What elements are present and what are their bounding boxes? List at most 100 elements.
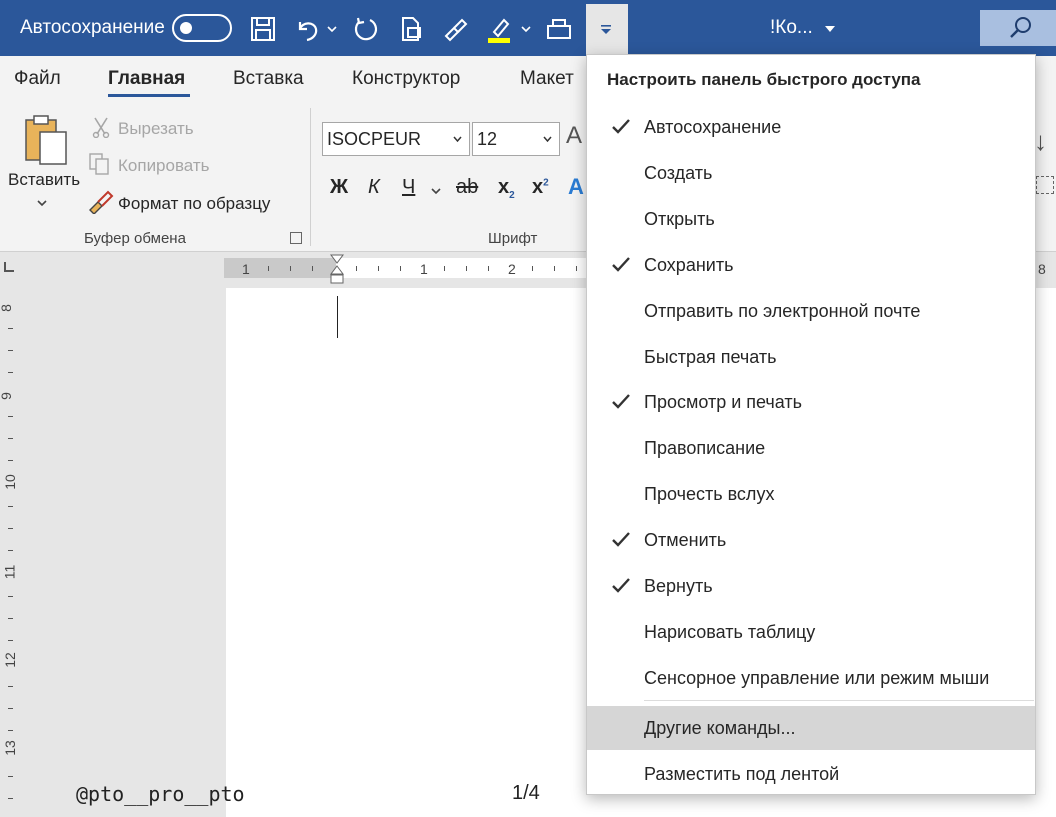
- title-chevron-down-icon[interactable]: [824, 22, 836, 34]
- format-painter-button[interactable]: Формат по образцу: [118, 194, 270, 214]
- tab-design[interactable]: Конструктор: [352, 68, 460, 90]
- menu-item[interactable]: Открыть: [587, 197, 1035, 241]
- ruler-number: 1: [242, 261, 250, 277]
- tab-file[interactable]: Файл: [14, 68, 61, 90]
- copy-button[interactable]: Копировать: [118, 156, 210, 176]
- menu-item[interactable]: Прочесть вслух: [587, 472, 1035, 516]
- menu-title: Настроить панель быстрого доступа: [607, 70, 921, 89]
- menu-item[interactable]: Отправить по электронной почте: [587, 289, 1035, 333]
- menu-item-label: Быстрая печать: [644, 347, 777, 367]
- menu-item-label: Другие команды...: [644, 718, 796, 738]
- borders-icon[interactable]: [1036, 176, 1054, 194]
- menu-separator: [644, 700, 1034, 701]
- menu-item-label: Просмотр и печать: [644, 392, 803, 412]
- document-title[interactable]: !Ко...: [770, 17, 813, 39]
- font-size-select[interactable]: 12: [472, 122, 560, 156]
- group-divider: [310, 108, 311, 246]
- menu-item-label: Автосохранение: [644, 117, 782, 137]
- menu-item-label: Отправить по электронной почте: [644, 301, 921, 321]
- menu-item[interactable]: Создать: [587, 151, 1035, 195]
- checkmark-icon: [612, 532, 630, 547]
- checkmark-icon: [612, 257, 630, 272]
- highlight-chevron-down-icon[interactable]: [520, 22, 532, 34]
- menu-item[interactable]: Отменить: [587, 518, 1035, 562]
- menu-item-label: Прочесть вслух: [644, 484, 775, 504]
- checkmark-icon: [612, 119, 630, 134]
- ruler-number: 1: [420, 261, 428, 277]
- copy-icon[interactable]: [88, 152, 112, 176]
- print-preview-icon[interactable]: [396, 14, 426, 44]
- redo-icon[interactable]: [350, 14, 380, 44]
- format-painter-icon[interactable]: [440, 14, 470, 44]
- menu-item[interactable]: Автосохранение: [587, 105, 1035, 149]
- tab-insert[interactable]: Вставка: [233, 68, 304, 90]
- bold-button[interactable]: Ж: [330, 176, 348, 199]
- menu-item-label: Разместить под лентой: [644, 764, 840, 784]
- menu-item-label: Сенсорное управление или режим мыши: [644, 668, 990, 688]
- text-effects-icon[interactable]: A: [568, 174, 584, 200]
- underline-chevron-down-icon[interactable]: [430, 184, 442, 196]
- undo-icon[interactable]: [292, 14, 322, 44]
- save-icon[interactable]: [248, 14, 278, 44]
- strikethrough-button[interactable]: ab: [456, 176, 478, 199]
- menu-item-label: Открыть: [644, 209, 715, 229]
- tab-layout[interactable]: Макет: [520, 68, 574, 90]
- italic-button[interactable]: К: [368, 176, 380, 199]
- subscript-button[interactable]: x2: [498, 176, 515, 201]
- font-name-value: ISOCPEUR: [327, 129, 422, 149]
- checkmark-icon: [612, 578, 630, 593]
- paste-icon[interactable]: [22, 112, 70, 168]
- clipboard-launcher-icon[interactable]: [290, 232, 302, 244]
- grow-font-icon[interactable]: A: [566, 122, 582, 150]
- vruler-number: 9: [0, 392, 14, 400]
- undo-chevron-down-icon[interactable]: [326, 22, 338, 34]
- paste-chevron-down-icon[interactable]: [36, 196, 48, 208]
- title-bar: Автосохранение !Ко...: [0, 0, 1056, 56]
- page-number: 1/4: [512, 782, 540, 804]
- search-button[interactable]: [980, 10, 1056, 46]
- menu-item[interactable]: Другие команды...: [587, 706, 1035, 750]
- indent-marker-icon[interactable]: [330, 254, 344, 288]
- menu-item[interactable]: Нарисовать таблицу: [587, 610, 1035, 654]
- format-painter-ribbon-icon[interactable]: [88, 190, 114, 215]
- superscript-button[interactable]: x2: [532, 176, 549, 199]
- tab-home[interactable]: Главная: [108, 68, 185, 90]
- font-chevron-down-icon: [453, 136, 462, 143]
- font-size-value: 12: [477, 129, 498, 149]
- autosave-label: Автосохранение: [20, 17, 165, 38]
- tab-selector-icon[interactable]: [4, 262, 14, 272]
- checkmark-icon: [612, 394, 630, 409]
- vertical-ruler: 8 9 10 11 12 13: [0, 288, 22, 817]
- vruler-number: 13: [1, 740, 18, 756]
- print-icon[interactable]: [544, 14, 574, 44]
- menu-item-label: Отменить: [644, 530, 727, 550]
- font-group-label: Шрифт: [488, 230, 538, 247]
- menu-item[interactable]: Просмотр и печать: [587, 380, 1035, 424]
- menu-item[interactable]: Правописание: [587, 426, 1035, 470]
- ruler-number-right: 8: [1038, 261, 1046, 277]
- menu-item[interactable]: Сохранить: [587, 243, 1035, 287]
- menu-item[interactable]: Сенсорное управление или режим мыши: [587, 656, 1035, 700]
- customize-qat-button[interactable]: [586, 4, 628, 56]
- menu-item-label: Нарисовать таблицу: [644, 622, 816, 642]
- menu-item[interactable]: Быстрая печать: [587, 335, 1035, 379]
- menu-item-label: Сохранить: [644, 255, 734, 275]
- size-chevron-down-icon: [543, 136, 552, 143]
- cut-icon[interactable]: [90, 116, 112, 139]
- menu-item[interactable]: Вернуть: [587, 564, 1035, 608]
- autosave-toggle[interactable]: [172, 14, 232, 42]
- font-name-select[interactable]: ISOCPEUR: [322, 122, 470, 156]
- vruler-number: 10: [1, 474, 18, 490]
- menu-item-label: Создать: [644, 163, 713, 183]
- menu-item-label: Вернуть: [644, 576, 713, 596]
- highlight-icon[interactable]: [484, 14, 514, 44]
- ruler-number: 2: [508, 261, 516, 277]
- vruler-number: 8: [0, 304, 14, 312]
- cut-button[interactable]: Вырезать: [118, 119, 194, 139]
- text-cursor: [337, 296, 338, 338]
- underline-button[interactable]: Ч: [402, 176, 415, 199]
- paste-button[interactable]: Вставить: [8, 170, 80, 190]
- active-tab-indicator: [108, 94, 190, 97]
- menu-item[interactable]: Разместить под лентой: [587, 752, 1035, 796]
- watermark-text: @pto__pro__pto: [76, 782, 245, 806]
